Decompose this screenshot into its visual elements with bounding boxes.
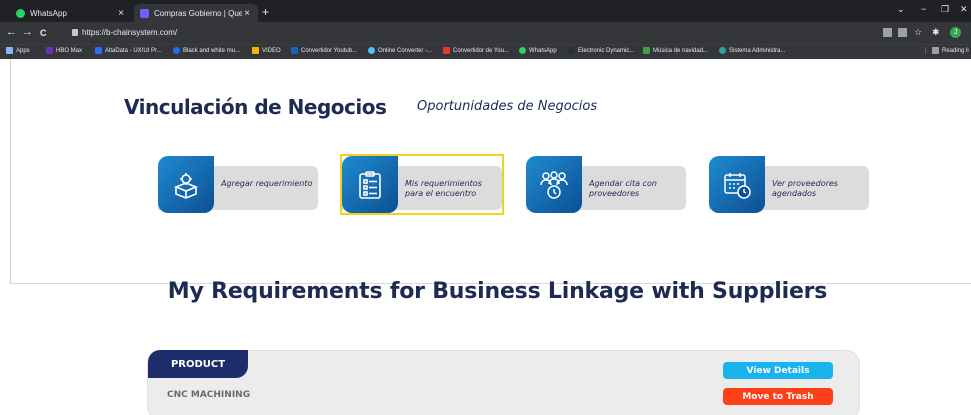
globe-icon [173,47,180,54]
restore-button[interactable]: ❐ [941,4,949,15]
card-icon-box [709,156,765,213]
puzzle-icon[interactable]: ✱ [932,28,941,37]
bookmark-black-white[interactable]: Black and white mu... [173,47,240,54]
bookmark-convertidor-youtube[interactable]: Convertidor Youtub... [291,47,357,54]
apps-grid-icon [6,47,13,54]
bookmark-electronic-dynamic[interactable]: Electronic Dynamic... [568,47,634,54]
card-label: Mis requerimientos para el encuentro [405,179,482,198]
bookmark-sistema-administra[interactable]: Sistema Administra... [719,47,785,54]
box-gear-icon [173,172,199,199]
card-agendar-cita[interactable]: Agendar cita con proveedores [526,156,686,213]
address-bar[interactable]: https://b-chainsystem.com/ [82,28,177,37]
product-column-header: PRODUCT [148,350,248,378]
bookmarks-bar: Apps HBO Max AltaData - UX/UI Pr... Blac… [0,44,971,59]
card-ver-proveedores[interactable]: Ver proveedores agendados [709,156,869,213]
minimize-button[interactable]: − [921,4,926,14]
extension-icon[interactable] [898,28,907,37]
product-name: CNC MACHINING [167,390,251,400]
youtube-icon [443,47,450,54]
star-icon[interactable]: ☆ [914,28,923,37]
chevron-down-icon[interactable]: ⌄ [897,4,905,15]
back-button[interactable]: ← [6,27,17,38]
calendar-clock-icon [724,172,751,199]
bookmark-convertidor-you[interactable]: Convertidor de You... [443,47,509,54]
lock-icon [72,29,78,36]
card-icon-box [342,156,398,213]
clipboard-list-icon [359,170,381,199]
tab-title: Compras Gobierno | Querétaro [154,8,242,18]
move-to-trash-button[interactable]: Move to Trash [723,388,833,405]
tab-whatsapp[interactable]: WhatsApp × [10,4,132,22]
bookmark-altadata[interactable]: AltaData - UX/UI Pr... [95,47,162,54]
tab-compras-gobierno[interactable]: Compras Gobierno | Querétaro × [134,4,258,22]
forward-button[interactable]: → [22,27,33,38]
hbo-icon [46,47,53,54]
bookmark-video[interactable]: VIDEO [252,47,281,54]
system-icon [719,47,726,54]
page-title: Vinculación de Negocios [124,95,387,119]
requirements-title: My Requirements for Business Linkage wit… [167,279,828,304]
reload-button[interactable]: C [40,28,47,39]
requirements-panel [147,350,860,415]
bookmark-whatsapp[interactable]: WhatsApp [519,47,557,54]
card-icon-box [158,156,214,213]
altadata-icon [95,47,102,54]
whatsapp-icon [519,47,526,54]
close-tab-icon[interactable]: × [242,8,252,19]
browser-toolbar: ← → C https://b-chainsystem.com/ ☆ ✱ J [0,22,971,44]
bookmark-apps[interactable]: Apps [6,47,30,54]
page-subtitle: Oportunidades de Negocios [417,99,598,114]
reading-list[interactable]: Reading li [925,47,969,54]
folder-icon [252,47,259,54]
card-label: Agregar requerimiento [221,179,313,188]
electronic-icon [568,47,575,54]
close-tab-icon[interactable]: × [116,8,126,19]
card-mis-requerimientos[interactable]: Mis requerimientos para el encuentro [340,154,504,215]
reading-list-icon [932,47,939,54]
card-label: Ver proveedores agendados [772,179,838,198]
screen: WhatsApp × Compras Gobierno | Querétaro … [0,0,971,415]
close-window-button[interactable]: ✕ [960,4,968,15]
bookmark-musica-navidad[interactable]: Música de navidad... [643,47,708,54]
site-icon [140,8,149,18]
translate-icon[interactable] [883,28,892,37]
tab-title: WhatsApp [30,8,67,18]
people-clock-icon [540,170,568,199]
bookmark-hbo-max[interactable]: HBO Max [46,47,82,54]
card-label: Agendar cita con proveedores [589,179,657,198]
card-icon-box [526,156,582,213]
converter-icon [368,47,375,54]
avatar[interactable]: J [950,27,961,38]
music-icon [643,47,650,54]
converter-icon [291,47,298,54]
card-agregar-requerimiento[interactable]: Agregar requerimiento [158,156,318,213]
new-tab-button[interactable]: + [262,6,269,18]
browser-tab-bar: WhatsApp × Compras Gobierno | Querétaro … [0,0,971,22]
view-details-button[interactable]: View Details [723,362,833,379]
bookmark-online-converter[interactable]: Online Converter -... [368,47,432,54]
whatsapp-icon [16,8,25,18]
